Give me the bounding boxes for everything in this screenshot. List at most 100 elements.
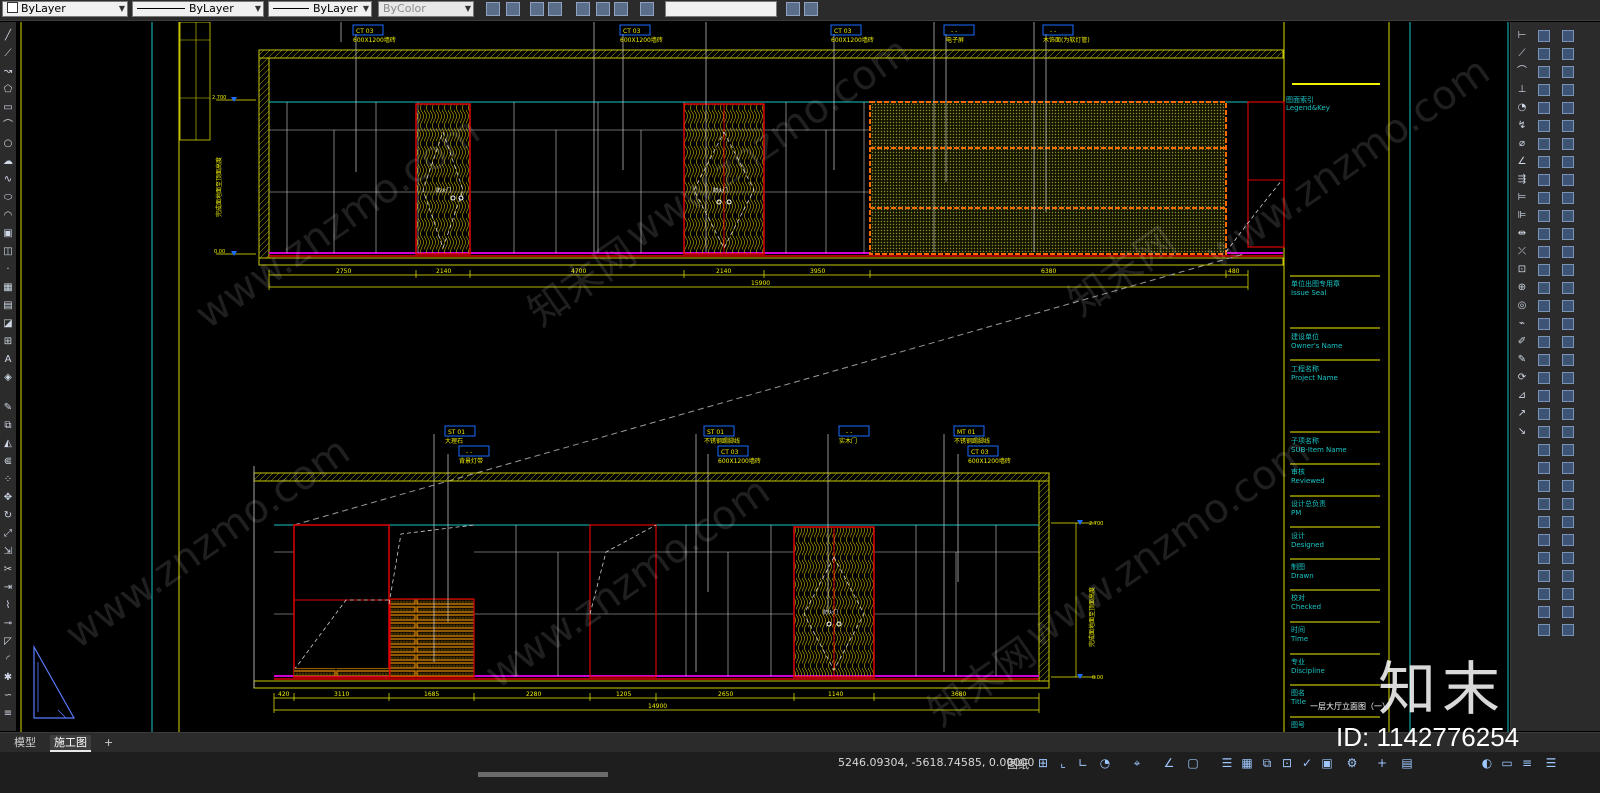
baseline-icon[interactable]: ⊨ [1515, 192, 1529, 204]
update-icon[interactable]: ⟳ [1515, 372, 1529, 384]
tool-icon[interactable] [1562, 156, 1574, 168]
add-layout-button[interactable]: + [100, 735, 117, 750]
isolate-icon[interactable]: ◐ [1480, 756, 1494, 770]
tool-icon[interactable] [1562, 246, 1574, 258]
snap-icon[interactable] [1538, 174, 1550, 186]
lineweight-dropdown[interactable]: ByLayer ▼ [268, 1, 372, 17]
tool-icon[interactable] [1562, 606, 1574, 618]
blend-icon[interactable]: ∽ [2, 690, 14, 702]
leader-icon[interactable]: ↗ [1515, 408, 1529, 420]
revcloud-icon[interactable]: ☁ [2, 156, 14, 168]
lineweight-icon[interactable]: ☰ [1220, 756, 1234, 770]
transparency-icon[interactable]: ▦ [1240, 756, 1254, 770]
tool-icon[interactable] [1562, 624, 1574, 636]
snap-icon[interactable] [1538, 426, 1550, 438]
tool-icon[interactable] [1562, 462, 1574, 474]
color-dropdown[interactable]: ByLayer ▼ [2, 1, 128, 17]
snap-icon[interactable] [1538, 210, 1550, 222]
ellipse-icon[interactable]: ⬭ [2, 192, 14, 204]
ortho-icon[interactable]: ∟ [1076, 756, 1090, 770]
polyline-icon[interactable]: ↝ [2, 66, 14, 78]
tool-icon[interactable] [1562, 480, 1574, 492]
print-button[interactable] [530, 2, 544, 16]
snap-mode-icon[interactable]: ⌞ [1056, 756, 1070, 770]
workspace-icon[interactable]: ▣ [1320, 756, 1334, 770]
diameter-icon[interactable]: ⌀ [1515, 138, 1529, 150]
dimedit-icon[interactable]: ✐ [1515, 336, 1529, 348]
clean-screen-icon[interactable]: ≡ [1520, 756, 1534, 770]
center-mark-icon[interactable]: ⊕ [1515, 282, 1529, 294]
tool-icon[interactable] [1562, 48, 1574, 60]
rotate-icon[interactable]: ↻ [2, 510, 14, 522]
tool-icon[interactable] [1562, 84, 1574, 96]
continue-icon[interactable]: ⊫ [1515, 210, 1529, 222]
extend-icon[interactable]: ⇥ [2, 582, 14, 594]
snap-icon[interactable] [1538, 282, 1550, 294]
polar-icon[interactable]: ◔ [1098, 756, 1112, 770]
view-button[interactable] [786, 2, 800, 16]
snap-icon[interactable] [1538, 336, 1550, 348]
break-icon[interactable]: ⌇ [2, 600, 14, 612]
circle-icon[interactable]: ○ [2, 138, 14, 150]
snap-icon[interactable] [1538, 318, 1550, 330]
insert-block-icon[interactable]: ▣ [2, 228, 14, 240]
fillet-icon[interactable]: ◜ [2, 654, 14, 666]
snap-icon[interactable] [1538, 606, 1550, 618]
tool-icon[interactable] [1562, 426, 1574, 438]
tool-icon[interactable] [1562, 516, 1574, 528]
snap-icon[interactable] [1538, 480, 1550, 492]
gradient-icon[interactable]: ▤ [2, 300, 14, 312]
snap-icon[interactable] [1538, 444, 1550, 456]
snap-icon[interactable] [1538, 390, 1550, 402]
table-icon[interactable]: ⊞ [2, 336, 14, 348]
arc-icon[interactable]: ⌒ [2, 120, 14, 132]
ordinate-icon[interactable]: ⊥ [1515, 84, 1529, 96]
tool-icon[interactable] [1562, 372, 1574, 384]
plotstyle-dropdown[interactable]: ByColor ▼ [378, 1, 474, 17]
tool-icon[interactable] [1562, 228, 1574, 240]
tool-icon[interactable] [1562, 174, 1574, 186]
snap-icon[interactable] [1538, 156, 1550, 168]
command-search-input[interactable] [665, 1, 777, 17]
tool-icon[interactable] [1562, 390, 1574, 402]
tool-icon[interactable] [1562, 354, 1574, 366]
construction-line-icon[interactable]: ⟋ [2, 48, 14, 60]
explode-icon[interactable]: ✱ [2, 672, 14, 684]
snap-icon[interactable] [1538, 228, 1550, 240]
tool-icon[interactable] [1562, 498, 1574, 510]
snap-icon[interactable] [1538, 552, 1550, 564]
trim-icon[interactable]: ✂ [2, 564, 14, 576]
layer-properties-button[interactable] [506, 2, 520, 16]
snap-icon[interactable] [1538, 462, 1550, 474]
angle-icon[interactable]: ∠ [1162, 756, 1176, 770]
match-properties-button[interactable] [486, 2, 500, 16]
hardware-accel-icon[interactable]: ▭ [1500, 756, 1514, 770]
annotation-icon[interactable]: ✓ [1300, 756, 1314, 770]
snap-icon[interactable] [1538, 534, 1550, 546]
selection-cycling-icon[interactable]: ⧉ [1260, 756, 1274, 770]
snap-icon[interactable] [1538, 102, 1550, 114]
linetype-dropdown[interactable]: ByLayer ▼ [132, 1, 264, 17]
arc-length-icon[interactable]: ⌒ [1515, 66, 1529, 78]
group-button[interactable] [596, 2, 610, 16]
rectangle-icon[interactable]: ▭ [2, 102, 14, 114]
tolerance-icon[interactable]: ⊡ [1515, 264, 1529, 276]
move-icon[interactable]: ✥ [2, 492, 14, 504]
tool-icon[interactable] [1562, 264, 1574, 276]
scale-icon[interactable]: ⤢ [2, 528, 14, 540]
customize-icon[interactable]: ☰ [1544, 756, 1558, 770]
horizontal-scrollbar[interactable] [478, 772, 608, 777]
snap-icon[interactable] [1538, 516, 1550, 528]
snap-icon[interactable] [1538, 624, 1550, 636]
align-icon[interactable]: ≡ [2, 708, 14, 720]
snap-icon[interactable] [1538, 246, 1550, 258]
jogged-linear-icon[interactable]: ⌁ [1515, 318, 1529, 330]
settings-icon[interactable]: ⚙ [1345, 756, 1359, 770]
make-block-icon[interactable]: ◫ [2, 246, 14, 258]
tool-icon[interactable] [1562, 30, 1574, 42]
array-icon[interactable]: ⁘ [2, 474, 14, 486]
tool-icon[interactable] [1562, 102, 1574, 114]
add-selected-icon[interactable]: ◈ [2, 372, 14, 384]
tool-icon[interactable] [1562, 570, 1574, 582]
quick-dim-icon[interactable]: ⇶ [1515, 174, 1529, 186]
